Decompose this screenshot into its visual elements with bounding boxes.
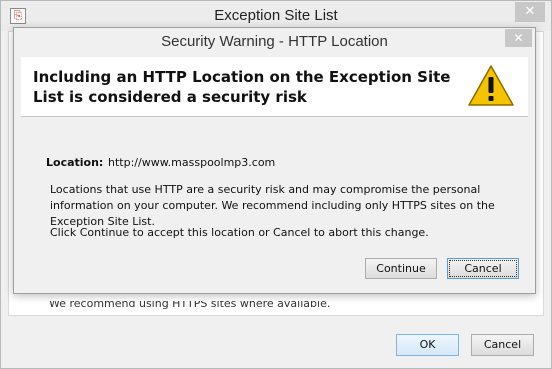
security-risk-message: Locations that use HTTP are a security r…	[50, 183, 495, 228]
dialog-cancel-button[interactable]: Cancel	[447, 258, 519, 279]
ok-button[interactable]: OK	[396, 334, 459, 356]
dialog-close-button[interactable]: ✕	[505, 29, 532, 47]
warning-icon	[468, 65, 514, 106]
location-value: http://www.masspoolmp3.com	[108, 156, 276, 169]
dialog-heading: Including an HTTP Location on the Except…	[33, 68, 451, 106]
continue-instruction: Click Continue to accept this location o…	[50, 226, 429, 239]
dialog-header-panel: Including an HTTP Location on the Except…	[21, 57, 528, 117]
continue-button[interactable]: Continue	[365, 258, 437, 279]
outer-https-recommendation: We recommend using HTTPS sites where ava…	[49, 301, 349, 313]
outer-https-recommendation-text: We recommend using HTTPS sites where ava…	[49, 301, 331, 310]
dialog-title: Security Warning - HTTP Location	[161, 33, 388, 50]
location-label: Location:	[46, 156, 104, 169]
outer-cancel-button[interactable]: Cancel	[471, 334, 534, 356]
security-warning-dialog: Security Warning - HTTP Location ✕ Inclu…	[13, 27, 536, 294]
outer-close-button[interactable]: ✕	[515, 2, 545, 22]
